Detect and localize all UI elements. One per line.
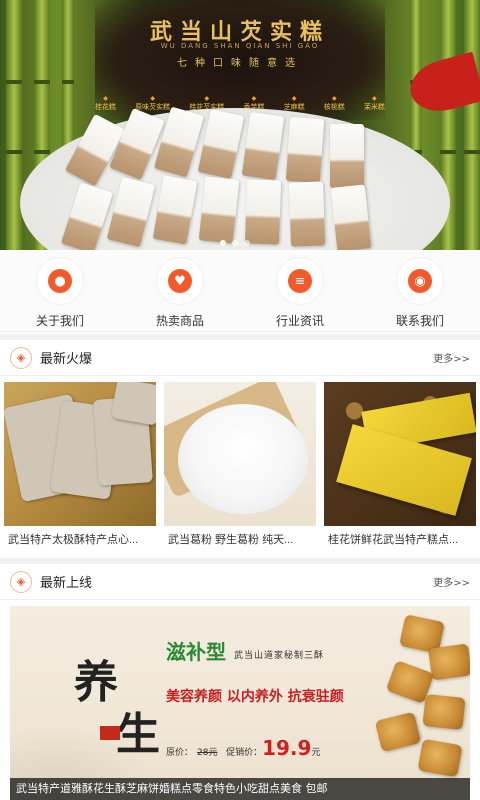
product-name[interactable]: 武当葛粉 野生葛粉 纯天... bbox=[164, 526, 316, 554]
promo-price-value: 19.9 bbox=[262, 736, 312, 760]
carousel-indicator[interactable] bbox=[220, 240, 250, 246]
nav-label: 关于我们 bbox=[35, 314, 84, 328]
promo-price-unit: 元 bbox=[311, 748, 321, 758]
carousel-dot[interactable] bbox=[232, 240, 238, 246]
flavor-label: 芝麻糕 bbox=[284, 95, 305, 112]
heart-icon: ♥ bbox=[157, 258, 203, 304]
price-label: 原价： bbox=[166, 748, 194, 758]
nav-label: 联系我们 bbox=[395, 314, 444, 328]
nav-about-us[interactable]: ● 关于我们 bbox=[5, 252, 115, 331]
product-card[interactable]: 桂花饼鲜花武当特产糕点... bbox=[324, 382, 476, 554]
product-image[interactable] bbox=[4, 382, 156, 526]
cake-piece bbox=[330, 184, 372, 250]
cake-piece bbox=[288, 181, 326, 247]
old-price: 28元 bbox=[197, 748, 218, 758]
hero-banner[interactable]: 武当山芡实糕 WU DANG SHAN QIAN SHI GAO 七种口味随意选… bbox=[0, 0, 480, 250]
brush-calligraphy: 生 bbox=[116, 709, 160, 760]
carousel-dot[interactable] bbox=[244, 240, 250, 246]
cake-piece bbox=[198, 176, 240, 244]
more-link[interactable]: 更多>> bbox=[433, 574, 470, 589]
hot-section-header: ◈ 最新火爆 更多>> bbox=[0, 340, 480, 376]
product-card[interactable]: 武当葛粉 野生葛粉 纯天... bbox=[164, 382, 316, 554]
nav-label: 行业资讯 bbox=[275, 314, 324, 328]
nav-contact-us[interactable]: ◉ 联系我们 bbox=[365, 252, 475, 331]
flavor-label: 核桃糕 bbox=[324, 95, 345, 112]
cat-icon: ◉ bbox=[397, 258, 443, 304]
flavor-label: 原味芡实糕 bbox=[135, 95, 170, 112]
seal-stamp bbox=[100, 726, 120, 740]
banner-subtitle: 七种口味随意选 bbox=[177, 58, 303, 69]
quick-nav: ● 关于我们 ♥ 热卖商品 ≡ 行业资讯 ◉ 联系我们 bbox=[0, 252, 480, 332]
flavor-label: 茉米糕 bbox=[364, 95, 385, 112]
tag-icon: ◈ bbox=[10, 570, 32, 593]
promo-price: 原价： 28元 促销价：19.9元 bbox=[166, 736, 320, 760]
cake-piece bbox=[285, 116, 325, 184]
product-name[interactable]: 桂花饼鲜花武当特产糕点... bbox=[324, 526, 476, 554]
promo-slogan: 美容养颜 以内养外 抗衰驻颜 bbox=[166, 689, 344, 705]
banner-pinyin: WU DANG SHAN QIAN SHI GAO bbox=[160, 42, 320, 50]
promo-caption[interactable]: 武当特产道雅酥花生酥芝麻饼婚糕点零食特色小吃甜点美食 包邮 bbox=[10, 778, 470, 800]
list-icon: ≡ bbox=[277, 258, 323, 304]
product-image[interactable] bbox=[324, 382, 476, 526]
product-card[interactable]: 武当特产太极酥特产点心... bbox=[4, 382, 156, 554]
promo-banner[interactable]: 养 生 滋补型 武当山道家秘制三酥 美容养颜 以内养外 抗衰驻颜 原价： 28元 … bbox=[10, 606, 470, 800]
promo-title: 滋补型 bbox=[166, 640, 226, 664]
cake-piece bbox=[330, 124, 364, 188]
hot-products-list: 武当特产太极酥特产点心... 武当葛粉 野生葛粉 纯天... 桂花饼鲜花武当特产… bbox=[4, 382, 476, 554]
product-image[interactable] bbox=[164, 382, 316, 526]
section-title: 最新上线 bbox=[40, 575, 93, 590]
product-name[interactable]: 武当特产太极酥特产点心... bbox=[4, 526, 156, 554]
cake-piece bbox=[244, 179, 282, 245]
person-icon: ● bbox=[37, 258, 83, 304]
section-title: 最新火爆 bbox=[40, 351, 93, 366]
promo-subtitle: 武当山道家秘制三酥 bbox=[234, 651, 325, 661]
new-section-header: ◈ 最新上线 更多>> bbox=[0, 564, 480, 600]
promo-price-label: 促销价： bbox=[226, 748, 263, 758]
flavor-label: 桂花糕 bbox=[95, 95, 116, 112]
snack-image bbox=[417, 738, 463, 778]
brush-calligraphy: 养 bbox=[74, 657, 118, 708]
snack-image bbox=[374, 711, 422, 753]
tag-icon: ◈ bbox=[10, 346, 32, 369]
snack-image bbox=[422, 693, 466, 731]
carousel-dot[interactable] bbox=[220, 240, 226, 246]
nav-hot-products[interactable]: ♥ 热卖商品 bbox=[125, 252, 235, 331]
nav-label: 热卖商品 bbox=[155, 314, 204, 328]
more-link[interactable]: 更多>> bbox=[433, 350, 470, 365]
nav-industry-news[interactable]: ≡ 行业资讯 bbox=[245, 252, 355, 331]
snack-image bbox=[427, 643, 470, 681]
